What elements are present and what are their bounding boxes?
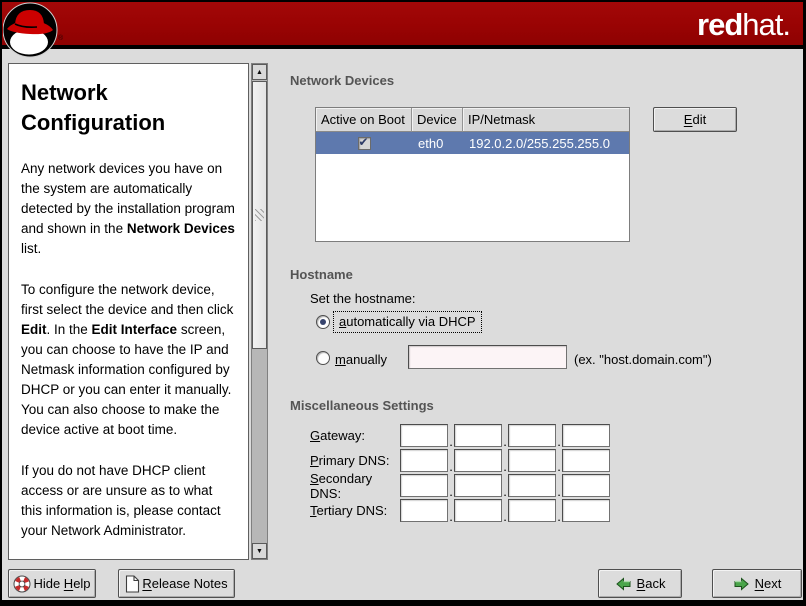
redhat-wordmark: redhat. bbox=[697, 7, 790, 43]
column-header-ip-netmask[interactable]: IP/Netmask bbox=[463, 108, 629, 132]
hostname-hint: (ex. "host.domain.com") bbox=[574, 352, 712, 367]
back-arrow-icon bbox=[615, 576, 632, 592]
gateway-label: Gateway: bbox=[310, 428, 400, 443]
tertiary-dns-row: Tertiary DNS: . . . bbox=[310, 499, 610, 522]
scroll-down-icon[interactable]: ▼ bbox=[252, 543, 267, 559]
primary-dns-octet-2[interactable] bbox=[454, 449, 502, 472]
secondary-dns-octet-1[interactable] bbox=[400, 474, 448, 497]
scrollbar-thumb[interactable] bbox=[252, 81, 267, 349]
ip-netmask-value: 192.0.2.0/255.255.255.0 bbox=[463, 136, 629, 151]
primary-dns-octet-4[interactable] bbox=[562, 449, 610, 472]
table-header-row: Active on Boot Device IP/Netmask bbox=[316, 108, 629, 132]
radio-manually-label[interactable]: manually bbox=[335, 352, 387, 367]
hide-help-button[interactable]: Hide Help bbox=[8, 569, 96, 598]
redhat-shadowman-icon bbox=[3, 2, 59, 58]
active-on-boot-checkbox[interactable] bbox=[358, 137, 371, 150]
gateway-row: Gateway: . . . bbox=[310, 424, 610, 447]
gateway-octet-3[interactable] bbox=[508, 424, 556, 447]
tertiary-dns-octet-2[interactable] bbox=[454, 499, 502, 522]
radio-manually[interactable] bbox=[316, 351, 330, 365]
secondary-dns-label: Secondary DNS: bbox=[310, 471, 400, 501]
next-button[interactable]: Next bbox=[712, 569, 802, 598]
network-devices-section-label: Network Devices bbox=[290, 73, 394, 88]
release-notes-button[interactable]: Release Notes bbox=[118, 569, 235, 598]
installer-window: ® redhat. Network Configuration Any netw… bbox=[0, 0, 806, 606]
column-header-active-on-boot[interactable]: Active on Boot bbox=[316, 108, 412, 132]
help-title: Network Configuration bbox=[21, 78, 237, 138]
help-scrollbar[interactable]: ▲ ▼ bbox=[251, 63, 268, 560]
edit-button[interactable]: Edit bbox=[653, 107, 737, 132]
device-name: eth0 bbox=[412, 136, 463, 151]
column-header-device[interactable]: Device bbox=[412, 108, 463, 132]
next-arrow-icon bbox=[733, 576, 750, 592]
set-hostname-prompt: Set the hostname: bbox=[310, 291, 416, 306]
secondary-dns-octet-3[interactable] bbox=[508, 474, 556, 497]
tertiary-dns-octet-3[interactable] bbox=[508, 499, 556, 522]
primary-dns-row: Primary DNS: . . . bbox=[310, 449, 610, 472]
tertiary-dns-octet-4[interactable] bbox=[562, 499, 610, 522]
secondary-dns-octet-4[interactable] bbox=[562, 474, 610, 497]
hostname-section-label: Hostname bbox=[290, 267, 353, 282]
help-paragraph-1: Any network devices you have on the syst… bbox=[21, 159, 237, 259]
secondary-dns-row: Secondary DNS: . . . bbox=[310, 474, 610, 497]
document-icon bbox=[125, 575, 140, 593]
back-button[interactable]: Back bbox=[598, 569, 682, 598]
scroll-up-icon[interactable]: ▲ bbox=[252, 64, 267, 80]
radio-automatic-dhcp-label[interactable]: automatically via DHCP bbox=[333, 311, 482, 333]
table-row[interactable]: eth0 192.0.2.0/255.255.255.0 bbox=[316, 132, 629, 154]
lifesaver-icon bbox=[13, 575, 31, 593]
secondary-dns-octet-2[interactable] bbox=[454, 474, 502, 497]
tertiary-dns-octet-1[interactable] bbox=[400, 499, 448, 522]
gateway-octet-4[interactable] bbox=[562, 424, 610, 447]
help-paragraph-2: To configure the network device, first s… bbox=[21, 280, 237, 440]
registered-trademark: ® bbox=[58, 35, 63, 42]
hostname-input[interactable] bbox=[408, 345, 567, 369]
primary-dns-octet-1[interactable] bbox=[400, 449, 448, 472]
primary-dns-label: Primary DNS: bbox=[310, 453, 400, 468]
gateway-octet-1[interactable] bbox=[400, 424, 448, 447]
top-banner bbox=[0, 0, 806, 49]
help-paragraph-3: If you do not have DHCP client access or… bbox=[21, 461, 237, 541]
tertiary-dns-label: Tertiary DNS: bbox=[310, 503, 400, 518]
radio-automatic-dhcp[interactable] bbox=[316, 315, 330, 329]
primary-dns-octet-3[interactable] bbox=[508, 449, 556, 472]
network-devices-table[interactable]: Active on Boot Device IP/Netmask eth0 19… bbox=[315, 107, 630, 242]
misc-section-label: Miscellaneous Settings bbox=[290, 398, 434, 413]
scrollbar-grip bbox=[255, 209, 264, 221]
gateway-octet-2[interactable] bbox=[454, 424, 502, 447]
banner-red-strip bbox=[2, 2, 803, 45]
help-panel: Network Configuration Any network device… bbox=[8, 63, 249, 560]
